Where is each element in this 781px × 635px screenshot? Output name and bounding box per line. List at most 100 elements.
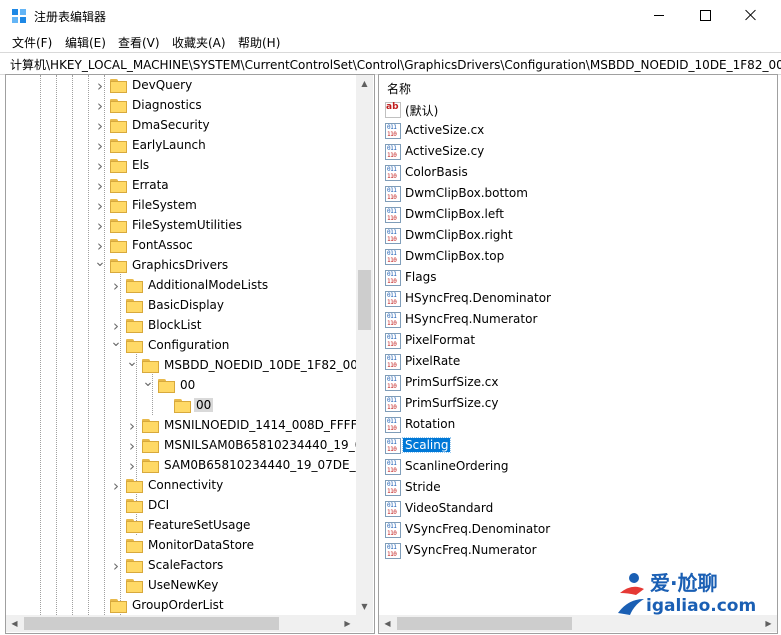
values-list-pane[interactable]: 名称 (默认) ActiveSize.cx ActiveSize.cy ColorBa… xyxy=(378,74,778,634)
tree-item[interactable]: FeatureSetUsage xyxy=(6,516,356,536)
chevron-right-icon[interactable]: › xyxy=(126,416,138,436)
menu-help[interactable]: 帮助(H) xyxy=(238,34,280,51)
tree-item[interactable]: ⌄ MSBDD_NOEDID_10DE_1F82_0000 xyxy=(6,354,356,376)
tree-item[interactable]: › MSNILSAM0B65810234440_19_07 xyxy=(6,436,356,456)
chevron-right-icon[interactable]: › xyxy=(94,196,106,216)
value-row[interactable]: DwmClipBox.right xyxy=(385,226,685,247)
key-tree: › DevQuery › Diagnostics › DmaSecurity › EarlyL… xyxy=(6,75,356,615)
value-row[interactable]: Scaling xyxy=(385,436,685,457)
tree-item[interactable]: › SAM0B65810234440_19_07DE_C6 xyxy=(6,456,356,476)
chevron-right-icon[interactable]: › xyxy=(126,456,138,476)
value-row[interactable]: ScanlineOrdering xyxy=(385,457,685,478)
value-row[interactable]: Flags xyxy=(385,268,685,289)
tree-item[interactable]: › DevQuery xyxy=(6,76,356,96)
chevron-right-icon[interactable]: › xyxy=(110,476,122,496)
tree-item[interactable]: ⌄ GraphicsDrivers xyxy=(6,254,356,276)
chevron-right-icon[interactable]: › xyxy=(94,96,106,116)
value-row[interactable]: VideoStandard xyxy=(385,499,685,520)
binary-value-icon xyxy=(385,144,401,160)
value-row[interactable]: HSyncFreq.Numerator xyxy=(385,310,685,331)
address-bar[interactable]: 计算机\HKEY_LOCAL_MACHINE\SYSTEM\CurrentCon… xyxy=(0,52,781,75)
tree-horizontal-scroll-thumb[interactable] xyxy=(24,617,279,630)
minimize-button[interactable] xyxy=(636,0,682,30)
menu-edit[interactable]: 编辑(E) xyxy=(65,34,106,51)
value-row[interactable]: (默认) xyxy=(385,100,685,121)
binary-value-icon xyxy=(385,123,401,139)
address-path[interactable]: 计算机\HKEY_LOCAL_MACHINE\SYSTEM\CurrentCon… xyxy=(10,56,781,73)
scroll-left-arrow-icon[interactable]: ◀ xyxy=(6,615,23,632)
chevron-right-icon[interactable]: › xyxy=(94,116,106,136)
chevron-right-icon[interactable]: › xyxy=(94,176,106,196)
column-header-name[interactable]: 名称 xyxy=(387,80,411,97)
value-row[interactable]: Stride xyxy=(385,478,685,499)
value-row[interactable]: PixelRate xyxy=(385,352,685,373)
value-row[interactable]: DwmClipBox.bottom xyxy=(385,184,685,205)
value-row[interactable]: HSyncFreq.Denominator xyxy=(385,289,685,310)
chevron-right-icon[interactable]: › xyxy=(94,136,106,156)
menu-file[interactable]: 文件(F) xyxy=(12,34,52,51)
tree-item[interactable]: › Diagnostics xyxy=(6,96,356,116)
maximize-button[interactable] xyxy=(682,0,728,30)
chevron-right-icon[interactable]: › xyxy=(110,276,122,296)
tree-item[interactable]: DCI xyxy=(6,496,356,516)
value-row[interactable]: PrimSurfSize.cy xyxy=(385,394,685,415)
chevron-right-icon[interactable]: › xyxy=(126,436,138,456)
scroll-left-arrow-icon[interactable]: ◀ xyxy=(379,615,396,632)
scroll-down-arrow-icon[interactable]: ▼ xyxy=(356,598,373,615)
tree-item[interactable]: ⌄ Configuration xyxy=(6,334,356,356)
tree-item[interactable]: › AdditionalModeLists xyxy=(6,276,356,296)
tree-item[interactable]: UseNewKey xyxy=(6,576,356,596)
chevron-down-icon[interactable]: ⌄ xyxy=(126,352,138,372)
value-row[interactable]: DwmClipBox.left xyxy=(385,205,685,226)
chevron-down-icon[interactable]: ⌄ xyxy=(142,372,154,392)
tree-item[interactable]: MonitorDataStore xyxy=(6,536,356,556)
tree-vertical-scrollbar[interactable]: ▲ ▼ xyxy=(356,75,373,615)
value-row[interactable]: VSyncFreq.Denominator xyxy=(385,520,685,541)
tree-item[interactable]: › Errata xyxy=(6,176,356,196)
tree-item[interactable]: ⌄ 00 xyxy=(6,374,356,396)
value-row[interactable]: DwmClipBox.top xyxy=(385,247,685,268)
value-row[interactable]: Rotation xyxy=(385,415,685,436)
chevron-right-icon[interactable]: › xyxy=(94,216,106,236)
key-tree-pane[interactable]: › DevQuery › Diagnostics › DmaSecurity › EarlyL… xyxy=(5,74,375,634)
tree-item[interactable]: › FileSystem xyxy=(6,196,356,216)
tree-item[interactable]: › FileSystemUtilities xyxy=(6,216,356,236)
value-row[interactable]: ActiveSize.cx xyxy=(385,121,685,142)
tree-horizontal-scrollbar[interactable]: ◀ ▶ xyxy=(6,615,356,632)
tree-item[interactable]: › MSNILNOEDID_1414_008D_FFFFFF xyxy=(6,416,356,436)
close-button[interactable] xyxy=(728,0,774,30)
tree-item-label: FontAssoc xyxy=(132,238,193,252)
value-name: Rotation xyxy=(405,417,456,431)
tree-item[interactable]: GroupOrderList xyxy=(6,596,356,615)
scroll-right-arrow-icon[interactable]: ▶ xyxy=(339,615,356,632)
tree-item-label: ScaleFactors xyxy=(148,558,224,572)
tree-item[interactable]: › DmaSecurity xyxy=(6,116,356,136)
value-row[interactable]: ActiveSize.cy xyxy=(385,142,685,163)
folder-icon xyxy=(110,178,128,194)
tree-item[interactable]: 00 xyxy=(6,396,356,416)
tree-item-label: Els xyxy=(132,158,150,172)
chevron-right-icon[interactable]: › xyxy=(110,556,122,576)
scroll-up-arrow-icon[interactable]: ▲ xyxy=(356,75,373,92)
chevron-down-icon[interactable]: ⌄ xyxy=(110,332,122,352)
value-row[interactable]: PrimSurfSize.cx xyxy=(385,373,685,394)
value-row[interactable]: VSyncFreq.Numerator xyxy=(385,541,685,562)
folder-icon xyxy=(126,318,144,334)
menu-favorites[interactable]: 收藏夹(A) xyxy=(172,34,226,51)
menu-view[interactable]: 查看(V) xyxy=(118,34,160,51)
chevron-right-icon[interactable]: › xyxy=(94,156,106,176)
tree-item[interactable]: › EarlyLaunch xyxy=(6,136,356,156)
value-row[interactable]: PixelFormat xyxy=(385,331,685,352)
chevron-down-icon[interactable]: ⌄ xyxy=(94,252,106,272)
chevron-right-icon[interactable]: › xyxy=(94,76,106,96)
tree-item[interactable]: › ScaleFactors xyxy=(6,556,356,576)
watermark-text-top: 爱·尬聊 xyxy=(650,571,718,595)
tree-item[interactable]: › Connectivity xyxy=(6,476,356,496)
value-row[interactable]: ColorBasis xyxy=(385,163,685,184)
tree-item[interactable]: › Els xyxy=(6,156,356,176)
tree-vertical-scroll-thumb[interactable] xyxy=(358,270,371,330)
tree-item[interactable]: BasicDisplay xyxy=(6,296,356,316)
tree-item[interactable]: › BlockList xyxy=(6,316,356,336)
tree-item[interactable]: › FontAssoc xyxy=(6,236,356,256)
list-horizontal-scroll-thumb[interactable] xyxy=(397,617,572,630)
